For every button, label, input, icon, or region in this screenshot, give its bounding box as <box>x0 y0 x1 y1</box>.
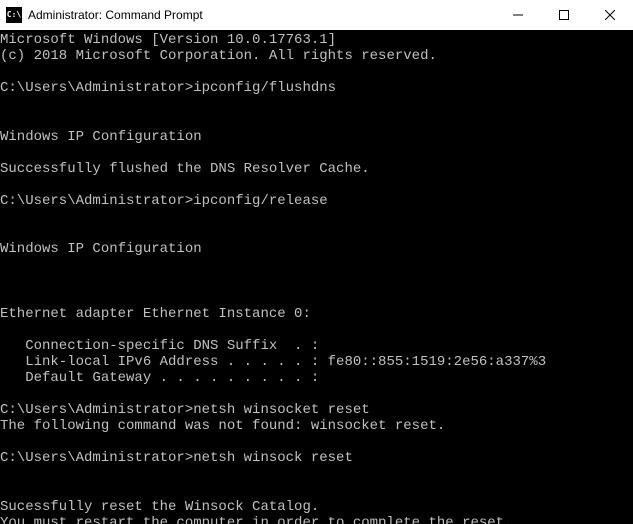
maximize-icon <box>559 10 569 20</box>
terminal-line: The following command was not found: win… <box>0 418 633 434</box>
terminal-line: Sucessfully reset the Winsock Catalog. <box>0 499 633 515</box>
terminal-line: Microsoft Windows [Version 10.0.17763.1] <box>0 32 633 48</box>
terminal-line: C:\Users\Administrator>ipconfig/flushdns <box>0 80 633 96</box>
terminal-line <box>0 209 633 225</box>
close-icon <box>605 10 615 20</box>
terminal-line: C:\Users\Administrator>netsh winsock res… <box>0 450 633 466</box>
window-controls <box>495 0 633 30</box>
terminal-line: Connection-specific DNS Suffix . : <box>0 338 633 354</box>
terminal-line <box>0 467 633 483</box>
terminal-line: (c) 2018 Microsoft Corporation. All righ… <box>0 48 633 64</box>
terminal-line: Ethernet adapter Ethernet Instance 0: <box>0 306 633 322</box>
terminal-line <box>0 434 633 450</box>
terminal-line <box>0 322 633 338</box>
cmd-icon-text: C:\ <box>7 11 21 19</box>
terminal-line <box>0 225 633 241</box>
terminal-line <box>0 145 633 161</box>
terminal-line: C:\Users\Administrator>netsh winsocket r… <box>0 402 633 418</box>
maximize-button[interactable] <box>541 0 587 30</box>
minimize-button[interactable] <box>495 0 541 30</box>
terminal-line: You must restart the computer in order t… <box>0 515 633 524</box>
terminal-line <box>0 112 633 128</box>
terminal-line: Windows IP Configuration <box>0 241 633 257</box>
terminal-line <box>0 96 633 112</box>
terminal-line <box>0 273 633 289</box>
terminal-output[interactable]: Microsoft Windows [Version 10.0.17763.1]… <box>0 30 633 524</box>
titlebar: C:\ Administrator: Command Prompt <box>0 0 633 30</box>
minimize-icon <box>513 10 523 20</box>
terminal-line: Successfully flushed the DNS Resolver Ca… <box>0 161 633 177</box>
cmd-icon: C:\ <box>6 7 22 23</box>
terminal-line: Windows IP Configuration <box>0 129 633 145</box>
terminal-line: Link-local IPv6 Address . . . . . : fe80… <box>0 354 633 370</box>
terminal-line <box>0 257 633 273</box>
close-button[interactable] <box>587 0 633 30</box>
terminal-line <box>0 386 633 402</box>
terminal-line <box>0 290 633 306</box>
terminal-line <box>0 483 633 499</box>
terminal-line: C:\Users\Administrator>ipconfig/release <box>0 193 633 209</box>
window-title: Administrator: Command Prompt <box>28 8 495 22</box>
terminal-line: Default Gateway . . . . . . . . . : <box>0 370 633 386</box>
terminal-line <box>0 177 633 193</box>
terminal-line <box>0 64 633 80</box>
